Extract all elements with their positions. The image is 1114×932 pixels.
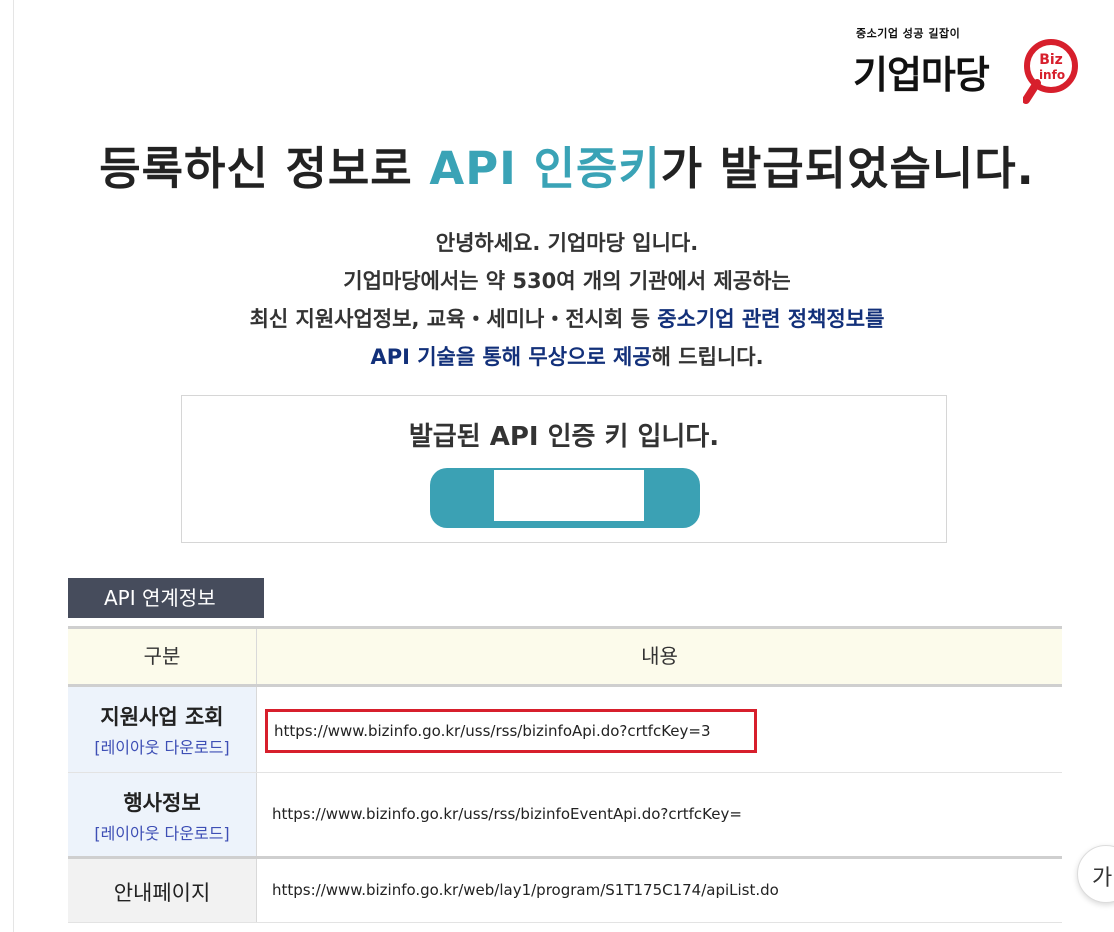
table-row: 행사정보 [레이아웃 다운로드] https://www.bizinfo.go.… [68, 773, 1062, 859]
table-cell-category: 지원사업 조회 [레이아웃 다운로드] [68, 687, 257, 772]
category-label: 지원사업 조회 [100, 705, 224, 729]
layout-download-link[interactable]: [레이아웃 다운로드] [68, 734, 256, 758]
intro-line-2: 기업마당에서는 약 530여 개의 기관에서 제공하는 [343, 269, 791, 293]
table-cell-category: 행사정보 [레이아웃 다운로드] [68, 773, 257, 856]
guide-page-url[interactable]: https://www.bizinfo.go.kr/web/lay1/progr… [272, 881, 779, 899]
intro-line-3: 최신 지원사업정보, 교육・세미나・전시회 등 중소기업 관련 정책정보를 [0, 300, 1114, 338]
table-header-row: 구분 내용 [68, 626, 1062, 687]
api-key-display[interactable] [430, 468, 700, 528]
intro-line-4-highlight: API 기술을 통해 무상으로 제공 [370, 345, 652, 369]
layout-download-link[interactable]: [레이아웃 다운로드] [68, 820, 256, 844]
table-cell-category: 안내페이지 [68, 859, 257, 922]
category-label: 행사정보 [123, 791, 201, 815]
event-info-url[interactable]: https://www.bizinfo.go.kr/uss/rss/bizinf… [272, 805, 742, 823]
magnifier-logo-icon: Biz info [1023, 39, 1078, 104]
support-project-url-field[interactable] [265, 709, 757, 753]
table-header-category: 구분 [68, 629, 257, 684]
api-key-box: 발급된 API 인증 키 입니다. [181, 395, 947, 543]
title-suffix: 가 발급되었습니다. [660, 142, 1035, 195]
api-key-value[interactable] [494, 470, 644, 521]
floating-text-size-button[interactable]: 가 [1077, 845, 1114, 903]
table-cell-content: https://www.bizinfo.go.kr/web/lay1/progr… [257, 859, 1062, 922]
intro-line-4-suffix: 해 드립니다. [651, 345, 764, 369]
table-cell-content: https://www.bizinfo.go.kr/uss/rss/bizinf… [257, 773, 1062, 856]
table-row: 지원사업 조회 [레이아웃 다운로드] [68, 687, 1062, 773]
bizinfo-logo[interactable]: 중소기업 성공 길잡이 기업마당 Biz info [853, 22, 1088, 108]
logo-badge-info: info [1039, 68, 1065, 82]
intro-line-1: 안녕하세요. 기업마당 입니다. [435, 231, 699, 255]
intro-line-4: API 기술을 통해 무상으로 제공해 드립니다. [0, 338, 1114, 376]
table-row: 안내페이지 https://www.bizinfo.go.kr/web/lay1… [68, 859, 1062, 923]
intro-line-3-highlight: 중소기업 관련 정책정보를 [657, 307, 885, 331]
table-header-content: 내용 [641, 644, 678, 668]
intro-text: 안녕하세요. 기업마당 입니다. 기업마당에서는 약 530여 개의 기관에서 … [0, 224, 1114, 376]
title-prefix: 등록하신 정보로 [99, 142, 430, 195]
intro-line-3-prefix: 최신 지원사업정보, 교육・세미나・전시회 등 [249, 307, 658, 331]
logo-wordmark: 기업마당 [853, 53, 990, 97]
section-heading: API 연계정보 [68, 578, 264, 618]
api-key-box-title: 발급된 API 인증 키 입니다. [408, 422, 720, 452]
category-label: 안내페이지 [113, 881, 211, 905]
title-accent: API 인증키 [429, 142, 661, 195]
page: 중소기업 성공 길잡이 기업마당 Biz info 등록하신 정보로 API 인… [0, 0, 1114, 932]
logo-badge-biz: Biz [1039, 52, 1063, 68]
table-cell-content [257, 687, 1062, 772]
page-title: 등록하신 정보로 API 인증키가 발급되었습니다. [0, 132, 1114, 197]
logo-tagline: 중소기업 성공 길잡이 [856, 27, 961, 40]
floating-button-label: 가 [1092, 866, 1113, 891]
